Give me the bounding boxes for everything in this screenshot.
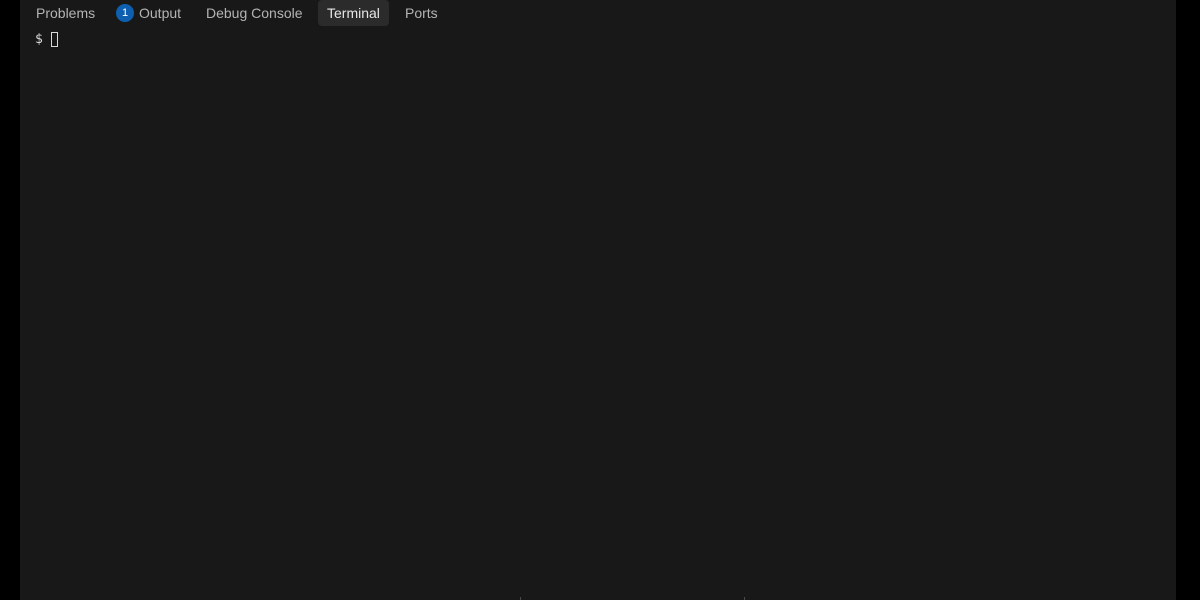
terminal-cursor	[51, 32, 58, 47]
panel: Problems 1 Output Debug Console Terminal…	[20, 0, 1176, 600]
tab-output-label: Output	[139, 5, 182, 21]
tab-debug-console-label: Debug Console	[206, 5, 303, 21]
tab-problems-label: Problems	[36, 5, 96, 21]
tab-problems[interactable]: Problems 1	[36, 0, 134, 26]
panel-tab-bar: Problems 1 Output Debug Console Terminal…	[20, 0, 1176, 26]
tab-debug-console[interactable]: Debug Console	[206, 0, 303, 26]
tab-output[interactable]: Output	[139, 0, 181, 26]
problems-count-badge: 1	[116, 4, 134, 22]
tab-terminal[interactable]: Terminal	[318, 0, 389, 26]
tab-ports[interactable]: Ports	[405, 0, 438, 26]
terminal-area[interactable]: $	[20, 26, 1176, 600]
tab-ports-label: Ports	[405, 5, 438, 21]
tab-terminal-label: Terminal	[327, 5, 380, 21]
prompt-symbol: $	[35, 32, 43, 47]
